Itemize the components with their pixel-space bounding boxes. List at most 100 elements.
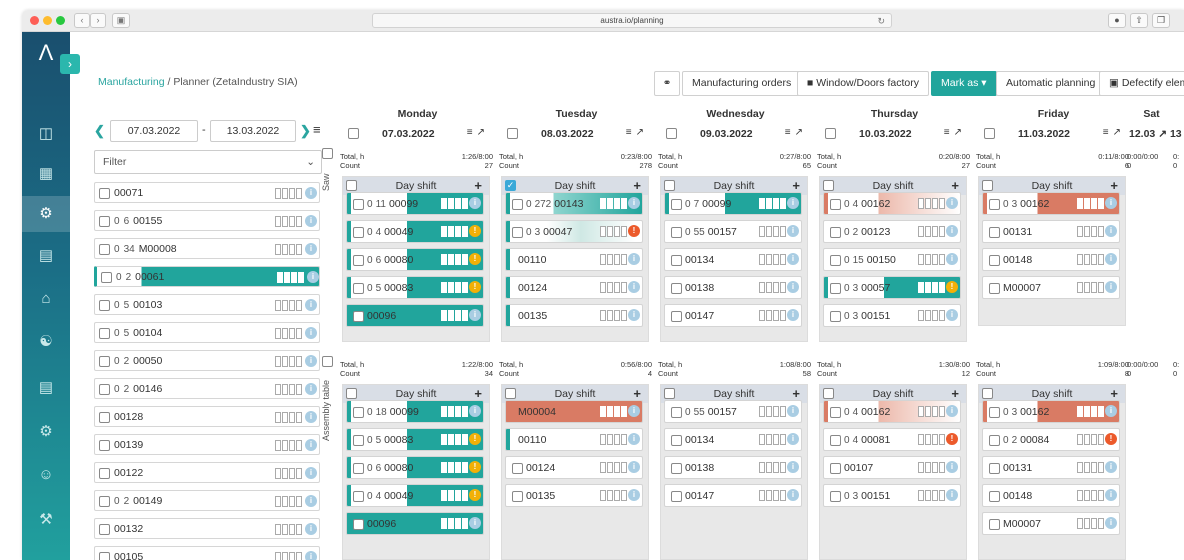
order-card[interactable]: 0 4 00162 i [823,192,961,215]
expand-sidebar-button[interactable]: › [60,54,80,74]
order-card[interactable]: 0 3 00162 i [982,192,1120,215]
card-checkbox[interactable] [671,462,682,474]
assembly-group-checkbox[interactable] [322,356,333,367]
info-icon[interactable]: i [946,309,958,321]
order-card[interactable]: 0 4 00049! [346,220,484,243]
order-card[interactable]: 00110 i [505,248,643,271]
filter-select[interactable]: Filter ⌄ [94,150,322,174]
unplanned-row[interactable]: 0 6 00155 i [94,210,320,231]
share-icon[interactable]: ⇧ [1130,13,1148,28]
row-checkbox[interactable] [99,523,110,535]
unplanned-row[interactable]: 0 5 00103 i [94,294,320,315]
info-icon[interactable]: i [1105,461,1117,473]
card-checkbox[interactable] [989,198,1000,210]
card-checkbox[interactable] [830,226,841,238]
order-card[interactable]: M00004 i [505,400,643,423]
unplanned-row[interactable]: 0 5 00104 i [94,322,320,343]
card-checkbox[interactable] [671,254,682,266]
info-icon[interactable]: i [305,495,317,507]
card-checkbox[interactable] [989,434,1000,446]
order-card[interactable]: 00147 i [664,484,802,507]
card-checkbox[interactable] [671,282,682,294]
unlink-button[interactable]: ⚭ [654,71,680,96]
order-card[interactable]: 0 3 00047! [505,220,643,243]
order-card[interactable]: 0 2 00123 i [823,220,961,243]
card-checkbox[interactable] [830,198,841,210]
warning-icon[interactable]: ! [469,433,481,445]
card-checkbox[interactable] [830,406,841,418]
order-card[interactable]: 00138 i [664,456,802,479]
order-card[interactable]: 00124 i [505,276,643,299]
menu-icon[interactable]: ≡ [785,127,795,138]
menu-icon[interactable]: ≡ [1103,127,1113,138]
info-icon[interactable]: i [787,281,799,293]
card-checkbox[interactable] [989,282,1000,294]
info-icon[interactable]: i [469,517,481,529]
order-card[interactable]: 0 3 00151 i [823,484,961,507]
url-bar[interactable]: austra.io/planning ↻ [372,13,892,28]
unplanned-row[interactable]: 0 2 00050 i [94,350,320,371]
order-card[interactable]: 0 6 00080! [346,456,484,479]
unplanned-row[interactable]: 0 2 00149 i [94,490,320,511]
card-checkbox[interactable] [830,254,841,266]
prev-week-icon[interactable]: ❮ [94,123,105,139]
info-icon[interactable]: i [628,433,640,445]
order-card[interactable]: 00134 i [664,248,802,271]
info-icon[interactable]: i [946,225,958,237]
order-card[interactable]: 00107 i [823,456,961,479]
card-checkbox[interactable] [671,198,682,210]
card-checkbox[interactable] [671,310,682,322]
order-card[interactable]: 0 15 00150 i [823,248,961,271]
card-checkbox[interactable] [989,518,1000,530]
card-checkbox[interactable] [353,226,364,238]
order-card[interactable]: 00135 i [505,304,643,327]
card-checkbox[interactable] [671,406,682,418]
card-checkbox[interactable] [512,198,523,210]
mark-as-button[interactable]: Mark as ▾ [931,71,997,96]
card-checkbox[interactable] [353,310,364,322]
warning-icon[interactable]: ! [469,281,481,293]
info-icon[interactable]: i [628,253,640,265]
next-week-icon[interactable]: ❯ [300,123,311,139]
order-card[interactable]: 00096 i [346,512,484,535]
info-icon[interactable]: i [305,383,317,395]
info-icon[interactable]: i [305,551,317,560]
breadcrumb-link-manufacturing[interactable]: Manufacturing [98,76,165,88]
card-checkbox[interactable] [830,490,841,502]
order-card[interactable]: 00124 i [505,456,643,479]
info-icon[interactable]: i [1105,405,1117,417]
order-card[interactable]: M00007 i [982,276,1120,299]
day-checkbox[interactable] [348,128,359,139]
card-checkbox[interactable] [353,282,364,294]
info-icon[interactable]: i [787,225,799,237]
factory-button[interactable]: ■ Window/Doors factory [797,71,929,96]
unplanned-row[interactable]: 00139 i [94,434,320,455]
menu-icon[interactable]: ≡ [467,127,477,138]
info-icon[interactable]: i [787,461,799,473]
info-icon[interactable]: i [469,197,481,209]
info-icon[interactable]: i [305,299,317,311]
shift-checkbox[interactable] [982,180,993,191]
warehouse-icon[interactable]: ▤ [22,246,70,264]
info-icon[interactable]: i [787,405,799,417]
briefcase-icon[interactable]: ◫ [22,124,70,142]
date-from-input[interactable]: 07.03.2022 [110,120,198,142]
unplanned-row[interactable]: 00105 i [94,546,320,560]
order-card[interactable]: 0 4 00081! [823,428,961,451]
card-checkbox[interactable] [353,434,364,446]
shift-checkbox[interactable] [346,180,357,191]
card-checkbox[interactable] [353,406,364,418]
unplanned-row[interactable]: 0 34 M00008 i [94,238,320,259]
expand-icon[interactable]: ↗ [1113,127,1125,138]
worker-icon[interactable]: ☯ [22,332,70,350]
order-card[interactable]: 00110 i [505,428,643,451]
info-icon[interactable]: i [305,355,317,367]
info-icon[interactable]: i [469,309,481,321]
order-card[interactable]: 0 11 00099 i [346,192,484,215]
order-card[interactable]: 0 55 00157 i [664,400,802,423]
info-icon[interactable]: i [1105,253,1117,265]
order-card[interactable]: 0 7 00099 i [664,192,802,215]
warning-icon[interactable]: ! [469,225,481,237]
card-checkbox[interactable] [830,462,841,474]
order-card[interactable]: 00138 i [664,276,802,299]
